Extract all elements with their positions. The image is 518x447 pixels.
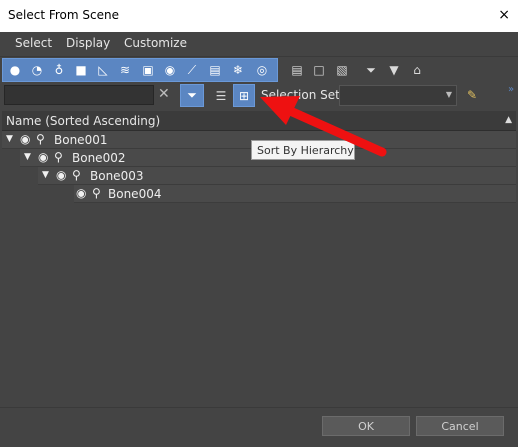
cameras-icon[interactable]: ■: [72, 61, 90, 79]
geometry-icon[interactable]: ●: [6, 61, 24, 79]
footer: OK Cancel: [0, 407, 518, 447]
eye-icon[interactable]: ◉: [56, 168, 66, 182]
selection-set-label: Selection Set:: [261, 88, 344, 102]
layers-icon: ☰: [215, 88, 227, 103]
expand-triangle-icon[interactable]: ▼: [24, 152, 31, 162]
display-all-icon[interactable]: ▤: [288, 61, 306, 79]
eye-icon[interactable]: ◉: [38, 150, 48, 164]
selection-set-dropdown[interactable]: ▼: [339, 85, 457, 106]
sort-ascending-icon: ▲: [505, 115, 512, 125]
shapes-icon[interactable]: ◔: [28, 61, 46, 79]
groups-icon[interactable]: ▣: [139, 61, 157, 79]
node-name[interactable]: Bone004: [108, 187, 161, 201]
spacewarps-icon[interactable]: ≋: [116, 61, 134, 79]
filter-icon[interactable]: ▼: [385, 61, 403, 79]
column-name-header[interactable]: Name (Sorted Ascending): [6, 114, 160, 128]
dropdown-arrow-icon: ▼: [445, 90, 452, 99]
bone-icon: ⚲: [54, 150, 63, 164]
find-filter-button[interactable]: ⏷: [180, 84, 204, 107]
node-name[interactable]: Bone003: [90, 169, 143, 183]
search-input[interactable]: [4, 85, 154, 105]
tree-row[interactable]: ◉ ⚲ Bone004: [74, 185, 516, 203]
node-name[interactable]: Bone002: [72, 151, 125, 165]
expand-triangle-icon[interactable]: ▼: [6, 134, 13, 144]
lights-icon[interactable]: ♁: [50, 61, 68, 79]
hidden-icon[interactable]: ◎: [253, 61, 271, 79]
find-row: ✕ ⏷ ☰ ⊞ Selection Set: ▼ ✎ »: [0, 84, 518, 108]
overflow-chevron-icon[interactable]: »: [508, 84, 514, 95]
bone-icon: ⚲: [92, 186, 101, 200]
cancel-button[interactable]: Cancel: [416, 416, 504, 436]
folder-icon[interactable]: ⌂: [408, 61, 426, 79]
scene-tree[interactable]: ▼ ◉ ⚲ Bone001 ▼ ◉ ⚲ Bone002 ▼ ◉ ⚲ Bone00…: [2, 131, 516, 405]
title-bar: Select From Scene ×: [0, 0, 518, 33]
funnel-icon: ⏷: [187, 88, 197, 102]
eye-icon[interactable]: ◉: [76, 186, 86, 200]
expand-triangle-icon[interactable]: ▼: [42, 170, 49, 180]
menu-select[interactable]: Select: [15, 36, 52, 50]
eye-icon[interactable]: ◉: [20, 132, 30, 146]
object-type-filter-group: ● ◔ ♁ ■ ◺ ≋ ▣ ◉ ⟋ ▤ ❄ ◎: [2, 58, 278, 82]
bones-icon[interactable]: ⟋: [183, 61, 201, 79]
tree-row[interactable]: ▼ ◉ ⚲ Bone003: [38, 167, 516, 185]
hierarchy-icon: ⊞: [238, 88, 250, 103]
close-button[interactable]: ×: [498, 7, 510, 23]
frozen-icon[interactable]: ❄: [229, 61, 247, 79]
sort-by-layers-button[interactable]: ☰: [210, 84, 232, 107]
helpers-icon[interactable]: ◺: [94, 61, 112, 79]
invert-display-icon[interactable]: ▧: [333, 61, 351, 79]
window-title: Select From Scene: [8, 8, 119, 22]
sort-by-hierarchy-button[interactable]: ⊞: [233, 84, 255, 107]
filter-funnel-icon[interactable]: ⏷: [362, 61, 380, 79]
menu-customize[interactable]: Customize: [124, 36, 187, 50]
xrefs-icon[interactable]: ◉: [161, 61, 179, 79]
bone-icon: ⚲: [36, 132, 45, 146]
display-none-icon[interactable]: □: [310, 61, 328, 79]
list-header[interactable]: Name (Sorted Ascending) ▲: [2, 111, 516, 131]
containers-icon[interactable]: ▤: [206, 61, 224, 79]
tooltip: Sort By Hierarchy: [251, 140, 355, 160]
menu-display[interactable]: Display: [66, 36, 110, 50]
menu-bar: Select Display Customize: [0, 32, 518, 57]
edit-named-selection-icon[interactable]: ✎: [463, 86, 481, 104]
toolbar: ● ◔ ♁ ■ ◺ ≋ ▣ ◉ ⟋ ▤ ❄ ◎ ▤ □ ▧ ⏷ ▼ ⌂: [0, 57, 518, 83]
bone-icon: ⚲: [72, 168, 81, 182]
node-name[interactable]: Bone001: [54, 133, 107, 147]
clear-search-icon[interactable]: ✕: [158, 86, 170, 102]
ok-button[interactable]: OK: [322, 416, 410, 436]
